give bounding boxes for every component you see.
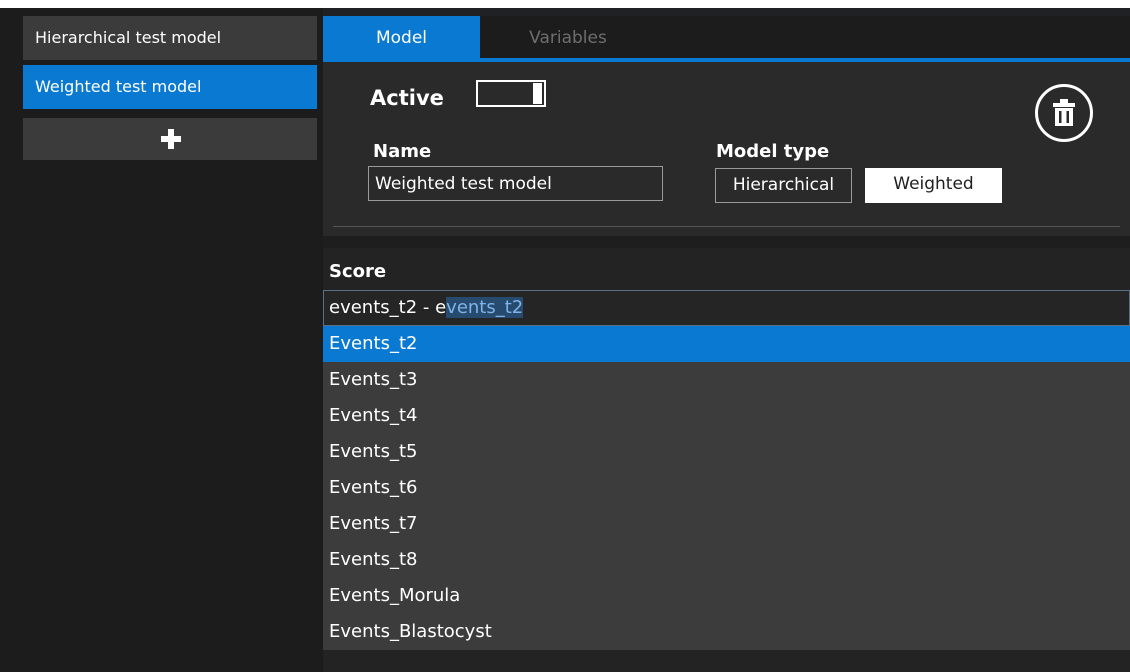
trash-icon bbox=[1053, 99, 1075, 126]
dropdown-option[interactable]: Events_t6 bbox=[323, 470, 1130, 506]
app-window: Hierarchical test model Weighted test mo… bbox=[0, 8, 1130, 672]
score-typed-text: events_t2 - e bbox=[329, 297, 447, 318]
model-type-weighted-button[interactable]: Weighted bbox=[865, 168, 1002, 203]
tab-model[interactable]: Model bbox=[323, 16, 480, 60]
tab-bar: Model Variables bbox=[323, 16, 1130, 60]
dropdown-option[interactable]: Events_t2 bbox=[323, 326, 1130, 362]
delete-model-button[interactable] bbox=[1035, 84, 1093, 142]
score-input[interactable]: events_t2 - events_t2 bbox=[323, 290, 1130, 326]
tab-variables[interactable]: Variables bbox=[513, 16, 623, 60]
add-model-button[interactable] bbox=[23, 118, 317, 160]
plus-icon bbox=[161, 129, 181, 149]
model-type-hierarchical-button[interactable]: Hierarchical bbox=[715, 168, 852, 203]
score-label: Score bbox=[329, 261, 387, 282]
model-list-sidebar: Hierarchical test model Weighted test mo… bbox=[0, 8, 323, 672]
toggle-knob bbox=[533, 83, 542, 104]
dropdown-option[interactable]: Events_t7 bbox=[323, 506, 1130, 542]
dropdown-option[interactable]: Events_Morula bbox=[323, 578, 1130, 614]
active-toggle[interactable] bbox=[476, 80, 546, 107]
section-gap bbox=[323, 236, 1130, 248]
model-settings-panel: Active Name Model type Hierarchical Weig… bbox=[323, 62, 1130, 236]
dropdown-option[interactable]: Events_Blastocyst bbox=[323, 614, 1130, 650]
dropdown-option[interactable]: Events_t5 bbox=[323, 434, 1130, 470]
dropdown-option[interactable]: Events_t8 bbox=[323, 542, 1130, 578]
model-type-label: Model type bbox=[716, 141, 830, 162]
score-autocomplete-text: vents_t2 bbox=[446, 297, 524, 318]
model-name-input[interactable] bbox=[368, 166, 663, 201]
sidebar-item-hierarchical[interactable]: Hierarchical test model bbox=[23, 16, 317, 60]
sidebar-item-weighted[interactable]: Weighted test model bbox=[23, 65, 317, 109]
dropdown-option[interactable]: Events_t4 bbox=[323, 398, 1130, 434]
name-label: Name bbox=[373, 141, 432, 162]
score-dropdown-list: Events_t2 Events_t3 Events_t4 Events_t5 … bbox=[323, 326, 1130, 650]
dropdown-option[interactable]: Events_t3 bbox=[323, 362, 1130, 398]
active-label: Active bbox=[370, 86, 444, 110]
score-section: Score events_t2 - events_t2 Events_t2 Ev… bbox=[323, 248, 1130, 672]
divider bbox=[333, 226, 1120, 227]
